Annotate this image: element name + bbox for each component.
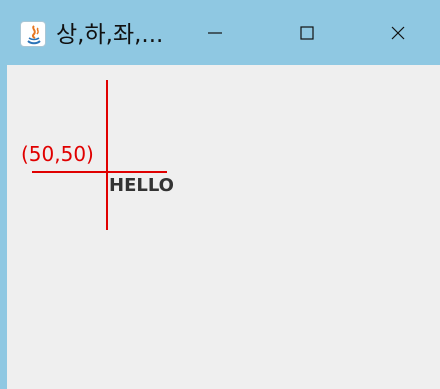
close-icon [391, 26, 405, 40]
title-bar[interactable]: 상,하,좌,... [0, 0, 440, 65]
maximize-icon [300, 26, 314, 40]
minimize-icon [208, 32, 222, 34]
hello-text: HELLO [109, 175, 174, 196]
java-icon[interactable] [20, 21, 46, 47]
drawing-canvas: (50,50) HELLO [21, 80, 174, 230]
coordinate-label: (50,50) [21, 142, 94, 166]
application-window: 상,하,좌,... (50,50) HELLO [0, 0, 440, 389]
window-title: 상,하,좌,... [56, 22, 164, 48]
close-button[interactable] [376, 14, 420, 52]
maximize-button[interactable] [285, 14, 329, 52]
drawing-panel: (50,50) HELLO [7, 65, 440, 389]
minimize-button[interactable] [193, 14, 237, 52]
